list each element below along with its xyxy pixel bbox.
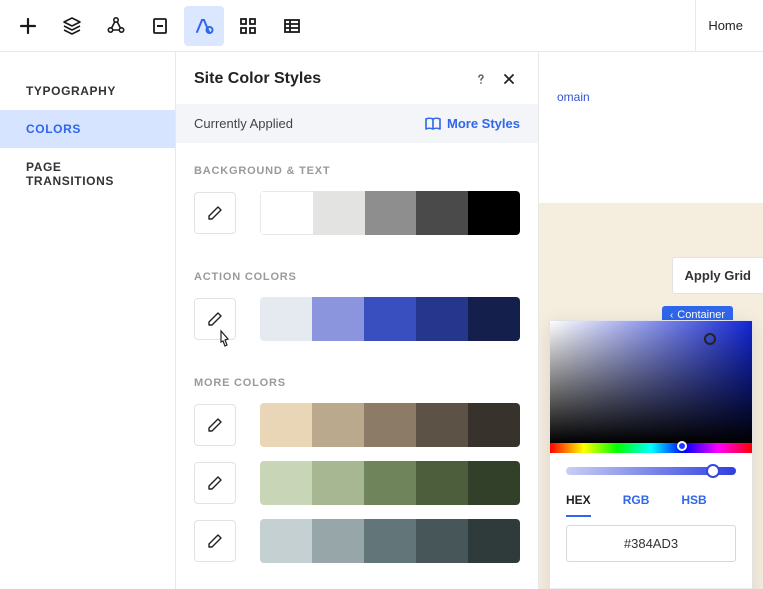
swatch[interactable] xyxy=(313,191,365,235)
table-tool[interactable] xyxy=(272,6,312,46)
more-swatches-1[interactable] xyxy=(260,403,520,447)
color-styles-panel: Site Color Styles Currently Applied More… xyxy=(176,52,539,589)
more-swatches-3[interactable] xyxy=(260,519,520,563)
applied-label: Currently Applied xyxy=(194,116,425,131)
page-tool[interactable] xyxy=(140,6,180,46)
swatch[interactable] xyxy=(364,519,416,563)
nav-colors[interactable]: COLORS xyxy=(0,110,175,148)
layers-tool[interactable] xyxy=(52,6,92,46)
swatch[interactable] xyxy=(364,403,416,447)
bgtext-swatches[interactable] xyxy=(260,191,520,235)
tab-label: RGB xyxy=(623,493,650,507)
hue-slider[interactable] xyxy=(550,443,752,453)
swatch[interactable] xyxy=(468,403,520,447)
color-field[interactable] xyxy=(550,321,752,443)
style-categories-nav: TYPOGRAPHY COLORS PAGE TRANSITIONS xyxy=(0,52,176,589)
nav-item-label: COLORS xyxy=(26,122,81,136)
section-title-action: ACTION COLORS xyxy=(194,271,520,283)
color-field-handle[interactable] xyxy=(704,333,716,345)
home-label: Home xyxy=(708,18,743,33)
swatch[interactable] xyxy=(416,519,468,563)
swatch[interactable] xyxy=(416,461,468,505)
panel-title: Site Color Styles xyxy=(194,70,464,88)
swatch[interactable] xyxy=(260,461,312,505)
more-styles-label: More Styles xyxy=(447,116,520,131)
edit-more-2-button[interactable] xyxy=(194,462,236,504)
swatch[interactable] xyxy=(312,403,364,447)
swatch[interactable] xyxy=(468,519,520,563)
swatch[interactable] xyxy=(468,191,520,235)
close-icon[interactable] xyxy=(498,68,520,90)
styles-tool[interactable] xyxy=(184,6,224,46)
action-swatches[interactable] xyxy=(260,297,520,341)
opacity-slider[interactable] xyxy=(566,467,736,475)
tab-hsb[interactable]: HSB xyxy=(681,493,706,517)
apply-grid-label: Apply Grid xyxy=(685,268,751,283)
tab-hex[interactable]: HEX xyxy=(566,493,591,517)
help-icon[interactable] xyxy=(470,68,492,90)
more-swatches-2[interactable] xyxy=(260,461,520,505)
section-title-more: MORE COLORS xyxy=(194,377,520,389)
swatch[interactable] xyxy=(364,461,416,505)
more-styles-link[interactable]: More Styles xyxy=(425,116,520,131)
section-title-bgtext: BACKGROUND & TEXT xyxy=(194,165,520,177)
tab-label: HEX xyxy=(566,493,591,507)
nav-typography[interactable]: TYPOGRAPHY xyxy=(0,72,175,110)
hue-handle[interactable] xyxy=(677,441,687,451)
color-picker-popover: HEX RGB HSB Cancel Apply xyxy=(549,320,753,589)
nav-page-transitions[interactable]: PAGE TRANSITIONS xyxy=(0,148,175,200)
tab-label: HSB xyxy=(681,493,706,507)
apps-tool[interactable] xyxy=(228,6,268,46)
swatch[interactable] xyxy=(468,297,520,341)
tab-rgb[interactable]: RGB xyxy=(623,493,650,517)
swatch[interactable] xyxy=(312,297,364,341)
apply-grid-button[interactable]: Apply Grid xyxy=(672,257,763,294)
nav-item-label: TYPOGRAPHY xyxy=(26,84,116,98)
swatch[interactable] xyxy=(364,297,416,341)
swatch[interactable] xyxy=(365,191,417,235)
home-link[interactable]: Home xyxy=(695,0,755,51)
share-tool[interactable] xyxy=(96,6,136,46)
swatch[interactable] xyxy=(260,519,312,563)
swatch[interactable] xyxy=(312,461,364,505)
opacity-handle[interactable] xyxy=(706,464,720,478)
swatch[interactable] xyxy=(416,297,468,341)
book-icon xyxy=(425,117,441,131)
swatch[interactable] xyxy=(468,461,520,505)
domain-link[interactable]: omain xyxy=(557,90,590,104)
chevron-left-icon: ‹ xyxy=(670,310,673,321)
add-tool[interactable] xyxy=(8,6,48,46)
edit-bgtext-button[interactable] xyxy=(194,192,236,234)
swatch[interactable] xyxy=(416,403,468,447)
canvas-area: omain Apply Grid ‹ Container HEX RG xyxy=(539,52,763,589)
edit-action-button[interactable] xyxy=(194,298,236,340)
swatch[interactable] xyxy=(312,519,364,563)
hex-input[interactable] xyxy=(566,525,736,562)
swatch[interactable] xyxy=(260,191,313,235)
edit-more-1-button[interactable] xyxy=(194,404,236,446)
top-toolbar: Home xyxy=(0,0,763,52)
nav-item-label: PAGE TRANSITIONS xyxy=(26,160,114,188)
edit-more-3-button[interactable] xyxy=(194,520,236,562)
swatch[interactable] xyxy=(260,297,312,341)
swatch[interactable] xyxy=(260,403,312,447)
swatch[interactable] xyxy=(416,191,468,235)
